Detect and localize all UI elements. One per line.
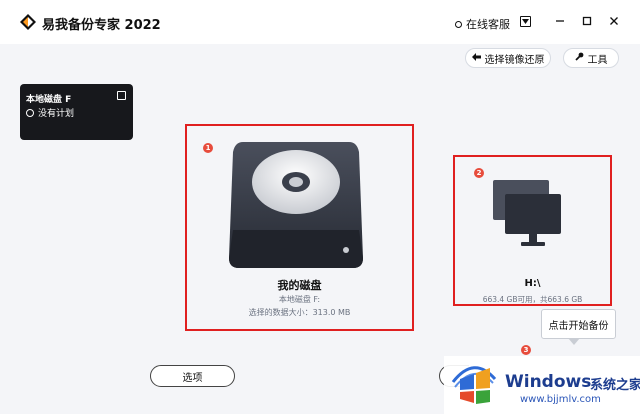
watermark-url: www.bjjmlv.com [520,394,601,405]
task-name: 本地磁盘 F [26,95,72,105]
app-title: 易我备份专家 2022 [42,18,161,33]
step-badge-1: 1 [203,143,213,153]
wrench-icon [574,52,584,64]
windows-logo-icon [449,357,499,407]
support-icon [455,20,462,28]
source-size: 选择的数据大小：313.0 MB [248,308,351,317]
watermark-brand-cn: 系统之家 [590,378,640,393]
task-schedule-label: 没有计划 [38,109,75,119]
hard-disk-icon[interactable] [229,140,363,268]
step-badge-2: 2 [474,168,484,178]
backup-task-card[interactable]: 本地磁盘 F 没有计划 [20,84,133,140]
step-badge-3: 3 [521,345,531,355]
edit-icon[interactable] [117,91,126,100]
support-label: 在线客服 [466,18,510,31]
tools-label: 工具 [587,54,608,66]
computer-icon[interactable] [491,178,563,248]
restore-image-button[interactable]: 选择镜像还原 [465,48,551,68]
start-backup-tooltip: 点击开始备份 [541,309,616,339]
clock-icon [26,108,34,117]
online-support-button[interactable]: 在线客服 [455,16,510,32]
menu-icon[interactable] [520,16,531,27]
app-logo-icon [20,14,36,30]
watermark-brand: Windows [505,372,592,392]
maximize-icon[interactable] [580,14,594,28]
source-subtitle: 本地磁盘 F: [278,295,321,304]
source-title: 我的磁盘 [277,279,322,292]
tools-button[interactable]: 工具 [563,48,619,68]
back-arrow-icon [471,52,481,64]
target-title: H:\ [524,278,541,289]
options-button[interactable]: 选项 [150,365,235,387]
task-schedule: 没有计划 [26,106,74,119]
close-icon[interactable] [607,14,621,28]
restore-image-label: 选择镜像还原 [484,54,545,66]
minimize-icon[interactable] [553,14,567,28]
tooltip-arrow [568,338,580,345]
target-space: 663.4 GB可用，共663.6 GB [482,295,583,304]
